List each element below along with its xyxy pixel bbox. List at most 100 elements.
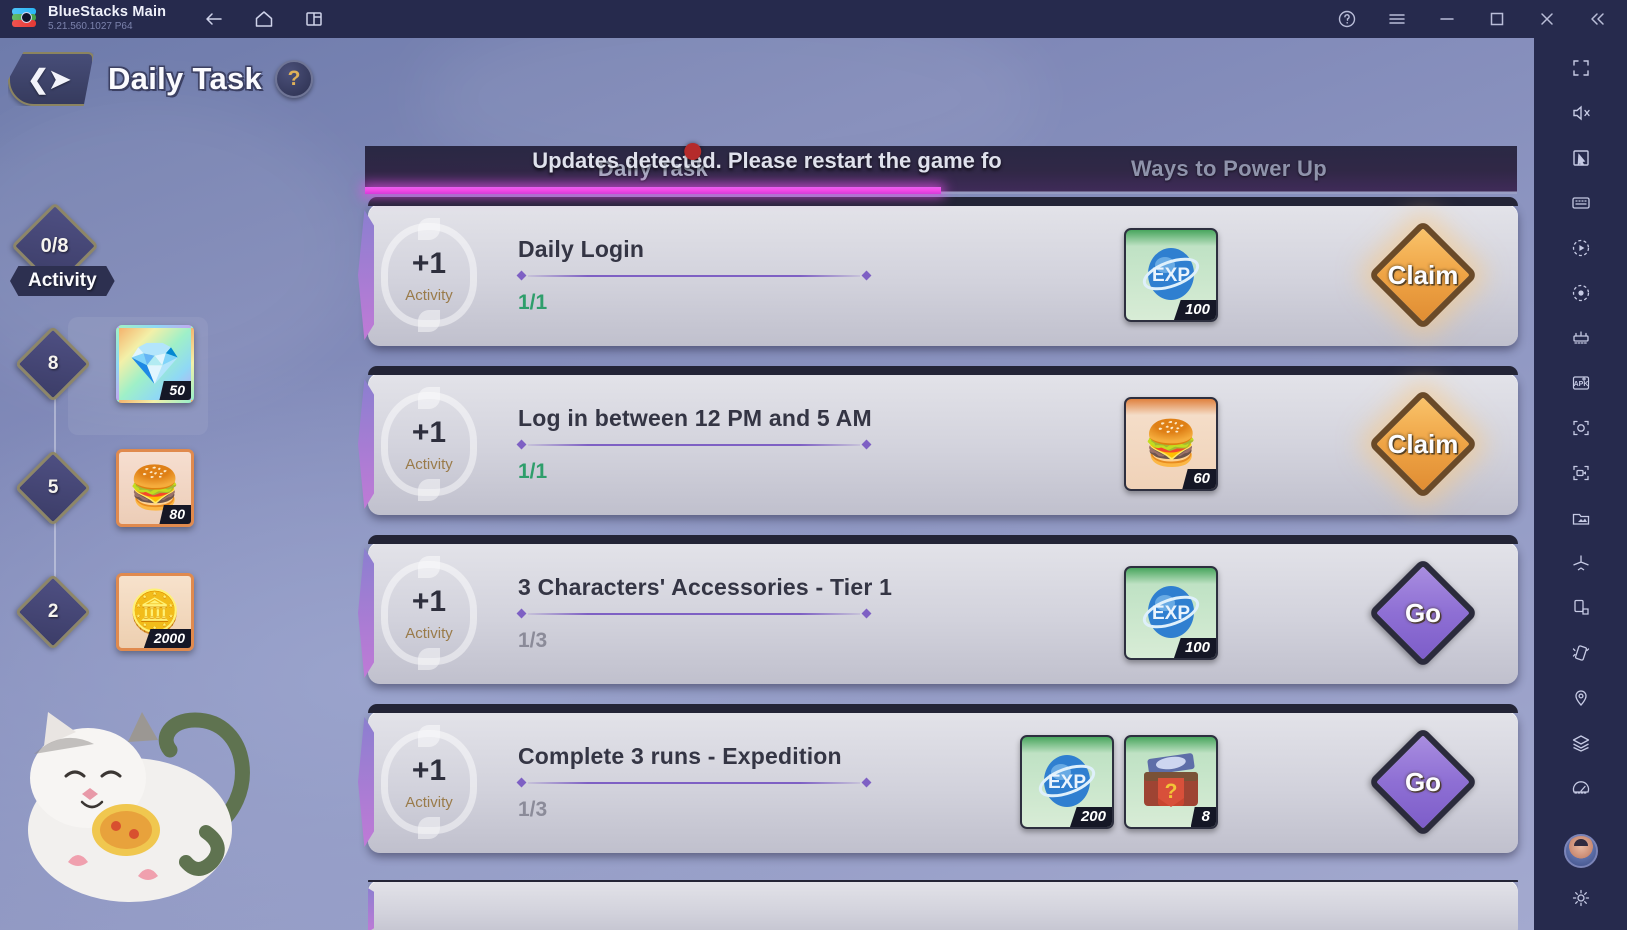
- game-viewport: ❮➤ Daily Task ? Daily Task Ways to Power…: [0, 38, 1534, 930]
- chest-art: ?: [1132, 745, 1210, 817]
- performance-icon[interactable]: [1563, 770, 1599, 806]
- claim-button[interactable]: Claim: [1367, 219, 1479, 331]
- exp-orb-art: EXP: [1132, 576, 1210, 648]
- task-name: 3 Characters' Accessories - Tier 1: [518, 573, 893, 600]
- toast-indicator-dot: [684, 143, 702, 160]
- task-row-background: [368, 880, 1518, 930]
- activity-word: Activity: [405, 624, 453, 642]
- macro-record-icon[interactable]: [1563, 275, 1599, 311]
- multi-window-icon[interactable]: [302, 7, 326, 31]
- reward-count: 8: [1190, 807, 1216, 827]
- update-toast: Updates detected. Please restart the gam…: [532, 143, 1002, 174]
- back-blade-icon: ❮➤: [27, 64, 71, 94]
- back-arrow-icon[interactable]: [202, 7, 226, 31]
- macro-play-icon[interactable]: [1563, 230, 1599, 266]
- task-rewards: 🍔 60: [1124, 397, 1218, 491]
- task-row[interactable]: +1 Activity Log in between 12 PM and 5 A…: [368, 366, 1518, 515]
- exp-orb-icon: EXP 100: [1124, 566, 1218, 660]
- task-progress: 1/3: [518, 628, 548, 652]
- task-list: +1 Activity Daily Login 1/1 EXP 100 Clai…: [368, 197, 1518, 930]
- screen-record-icon[interactable]: [1563, 455, 1599, 491]
- task-row[interactable]: +1 Activity 3 Characters' Accessories - …: [368, 535, 1518, 684]
- collapse-chevrons-icon[interactable]: [1585, 7, 1609, 31]
- task-progress: 1/3: [518, 797, 548, 821]
- reward-count: 80: [159, 505, 191, 524]
- keyboard-controls-icon[interactable]: [1563, 185, 1599, 221]
- settings-gear-icon[interactable]: [1563, 880, 1599, 916]
- close-icon[interactable]: [1535, 7, 1559, 31]
- task-divider: [516, 270, 872, 281]
- activity-plus-value: +1: [411, 246, 447, 280]
- mystery-chest-icon: ? 8: [1124, 735, 1218, 829]
- milestone-threshold-badge: 2: [14, 573, 92, 651]
- milestone-threshold-value: 2: [47, 600, 59, 622]
- reward-count: 60: [1182, 469, 1216, 489]
- milestone-2[interactable]: 2 🪙 2000: [14, 573, 194, 651]
- task-info: Daily Login 1/1: [490, 236, 1124, 315]
- svg-text:EXP: EXP: [1152, 603, 1190, 624]
- help-button[interactable]: ?: [275, 60, 314, 98]
- bluestacks-sidebar: APK: [1534, 38, 1627, 930]
- mute-icon[interactable]: [1563, 95, 1599, 131]
- task-info: 3 Characters' Accessories - Tier 1 1/3: [490, 574, 1124, 653]
- svg-text:?: ?: [1165, 780, 1178, 803]
- milestone-threshold-value: 5: [47, 476, 59, 498]
- activity-word: Activity: [405, 286, 453, 304]
- burger-art: 🍔: [1143, 419, 1199, 468]
- app-version: 5.21.560.1027 P64: [48, 21, 133, 32]
- go-button[interactable]: Go: [1367, 726, 1479, 838]
- task-row[interactable]: [368, 880, 1518, 930]
- svg-text:EXP: EXP: [1152, 265, 1190, 286]
- rotate-screen-icon[interactable]: [1563, 590, 1599, 626]
- install-apk-icon[interactable]: APK: [1563, 365, 1599, 401]
- shake-icon[interactable]: [1563, 635, 1599, 671]
- reward-count: 50: [159, 381, 191, 400]
- task-name: Complete 3 runs - Expedition: [518, 742, 842, 769]
- titlebar-text: BlueStacks Main 5.21.560.1027 P64: [48, 5, 166, 33]
- task-progress: 1/1: [518, 459, 548, 483]
- activity-plus-value: +1: [411, 415, 447, 449]
- activity-total-value: 0/8: [41, 234, 69, 257]
- activity-word: Activity: [405, 455, 453, 473]
- maximize-icon[interactable]: [1485, 7, 1509, 31]
- go-button-label: Go: [1404, 597, 1442, 628]
- location-icon[interactable]: [1563, 680, 1599, 716]
- reward-count: 100: [1173, 300, 1216, 320]
- milestone-5[interactable]: 5 🍔 80: [14, 449, 194, 527]
- cursor-pointer-icon[interactable]: [1563, 140, 1599, 176]
- task-row[interactable]: +1 Activity Complete 3 runs - Expedition…: [368, 704, 1518, 853]
- eco-mode-icon[interactable]: [1563, 545, 1599, 581]
- bluestacks-logo-icon: [12, 8, 38, 30]
- hamburger-menu-icon[interactable]: [1385, 7, 1409, 31]
- multi-instance-icon[interactable]: [1563, 320, 1599, 356]
- cat-mascot-illustration: [28, 712, 250, 902]
- activity-plus-value: +1: [411, 753, 447, 787]
- gem-icon: 💎 50: [116, 325, 194, 403]
- task-rewards: EXP 100: [1124, 228, 1218, 322]
- burger-icon: 🍔 80: [116, 449, 194, 527]
- minimize-icon[interactable]: [1435, 7, 1459, 31]
- fullscreen-icon[interactable]: [1563, 50, 1599, 86]
- activity-reward-badge: +1 Activity: [368, 542, 490, 684]
- claim-button[interactable]: Claim: [1367, 388, 1479, 500]
- back-button[interactable]: ❮➤: [8, 52, 94, 106]
- home-icon[interactable]: [252, 7, 276, 31]
- activity-plus-value: +1: [411, 584, 447, 618]
- user-avatar-icon[interactable]: [1563, 834, 1598, 868]
- milestone-8[interactable]: 8 💎 50: [14, 325, 194, 403]
- milestone-threshold-value: 8: [47, 352, 59, 374]
- screenshot-icon[interactable]: [1563, 410, 1599, 446]
- task-rewards: EXP 100: [1124, 566, 1218, 660]
- task-name: Daily Login: [518, 235, 645, 262]
- help-circle-icon[interactable]: [1335, 7, 1359, 31]
- media-manager-icon[interactable]: [1563, 500, 1599, 536]
- tab-ways-to-power-up[interactable]: Ways to Power Up: [941, 146, 1517, 192]
- app-title: BlueStacks Main: [48, 4, 167, 20]
- gold-coin-icon: 🪙 2000: [116, 573, 194, 651]
- layers-icon[interactable]: [1563, 725, 1599, 761]
- milestone-threshold-badge: 5: [14, 449, 92, 527]
- task-row[interactable]: +1 Activity Daily Login 1/1 EXP 100 Clai…: [368, 197, 1518, 346]
- go-button[interactable]: Go: [1367, 557, 1479, 669]
- page-title: Daily Task: [108, 61, 263, 96]
- exp-orb-icon: EXP 200: [1020, 735, 1114, 829]
